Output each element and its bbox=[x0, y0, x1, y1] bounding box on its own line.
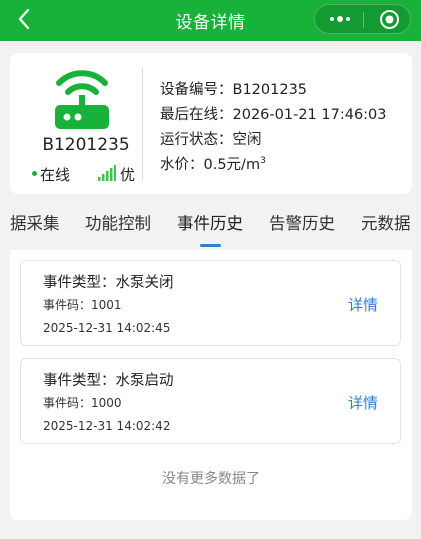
online-status: 在线 bbox=[40, 166, 71, 184]
water-price-unit-exponent: 3 bbox=[260, 156, 266, 167]
active-tab-indicator bbox=[200, 244, 221, 247]
online-dot-icon bbox=[32, 171, 37, 176]
signal-strength-icon bbox=[98, 165, 116, 181]
top-nav-bar: 设备详情 bbox=[0, 0, 421, 41]
event-list: 事件类型：水泵关闭 事件码：1001 2025-12-31 14:02:45 详… bbox=[10, 250, 412, 520]
event-card: 事件类型：水泵关闭 事件码：1001 2025-12-31 14:02:45 详… bbox=[20, 260, 401, 346]
event-card: 事件类型：水泵启动 事件码：1000 2025-12-31 14:02:42 详… bbox=[20, 358, 401, 444]
water-price-value: 0.5元/m bbox=[203, 157, 261, 173]
device-id-label: 设备编号： bbox=[160, 82, 233, 98]
event-code-label: 事件码： bbox=[43, 298, 92, 312]
last-online-label: 最后在线： bbox=[160, 107, 233, 123]
event-type: 事件类型：水泵关闭 bbox=[43, 271, 174, 292]
no-more-data: 没有更多数据了 bbox=[162, 471, 260, 487]
device-status-row: 在线 优 bbox=[32, 164, 142, 184]
tab-function-control[interactable]: 功能控制 bbox=[85, 210, 151, 234]
event-code: 事件码：1000 bbox=[43, 394, 122, 411]
tab-event-history[interactable]: 事件历史 bbox=[177, 210, 243, 234]
event-type-value: 水泵关闭 bbox=[115, 275, 174, 291]
tab-alarm-history[interactable]: 告警历史 bbox=[269, 210, 335, 234]
event-code-value: 1000 bbox=[91, 396, 122, 410]
event-detail-link[interactable]: 详情 bbox=[348, 294, 378, 315]
device-info-card: B1201235 在线 优 设备编号：B1201235 最后在线：2026-01… bbox=[10, 53, 412, 194]
event-code-label: 事件码： bbox=[43, 396, 92, 410]
miniprogram-capsule bbox=[314, 4, 411, 34]
event-type-label: 事件类型： bbox=[43, 373, 116, 389]
run-status-row: 运行状态：空闲 bbox=[160, 128, 262, 149]
tab-data-collection[interactable]: 据采集 bbox=[10, 210, 60, 234]
water-price-row: 水价：0.5元/m3 bbox=[160, 153, 266, 174]
event-type: 事件类型：水泵启动 bbox=[43, 369, 174, 390]
run-status-value: 空闲 bbox=[232, 132, 262, 148]
event-detail-link[interactable]: 详情 bbox=[348, 392, 378, 413]
water-price-label: 水价： bbox=[160, 157, 204, 173]
device-id-value: B1201235 bbox=[232, 82, 308, 98]
tab-bar: 据采集 功能控制 事件历史 告警历史 元数据 bbox=[0, 210, 421, 250]
event-time: 2025-12-31 14:02:45 bbox=[43, 321, 171, 335]
last-online-value: 2026-01-21 17:46:03 bbox=[232, 107, 387, 123]
event-time: 2025-12-31 14:02:42 bbox=[43, 419, 171, 433]
target-circle-icon[interactable] bbox=[379, 9, 400, 30]
vertical-divider bbox=[142, 68, 143, 181]
event-code: 事件码：1001 bbox=[43, 296, 122, 313]
last-online-row: 最后在线：2026-01-21 17:46:03 bbox=[160, 103, 387, 124]
tab-metadata[interactable]: 元数据 bbox=[361, 210, 411, 234]
event-type-label: 事件类型： bbox=[43, 275, 116, 291]
capsule-divider bbox=[363, 12, 364, 28]
more-dots-icon[interactable] bbox=[328, 11, 352, 27]
event-type-value: 水泵启动 bbox=[115, 373, 174, 389]
router-wifi-icon bbox=[55, 70, 109, 129]
event-code-value: 1001 bbox=[91, 298, 122, 312]
run-status-label: 运行状态： bbox=[160, 132, 233, 148]
device-name: B1201235 bbox=[42, 135, 130, 155]
signal-quality: 优 bbox=[120, 166, 136, 184]
device-id-row: 设备编号：B1201235 bbox=[160, 78, 307, 99]
